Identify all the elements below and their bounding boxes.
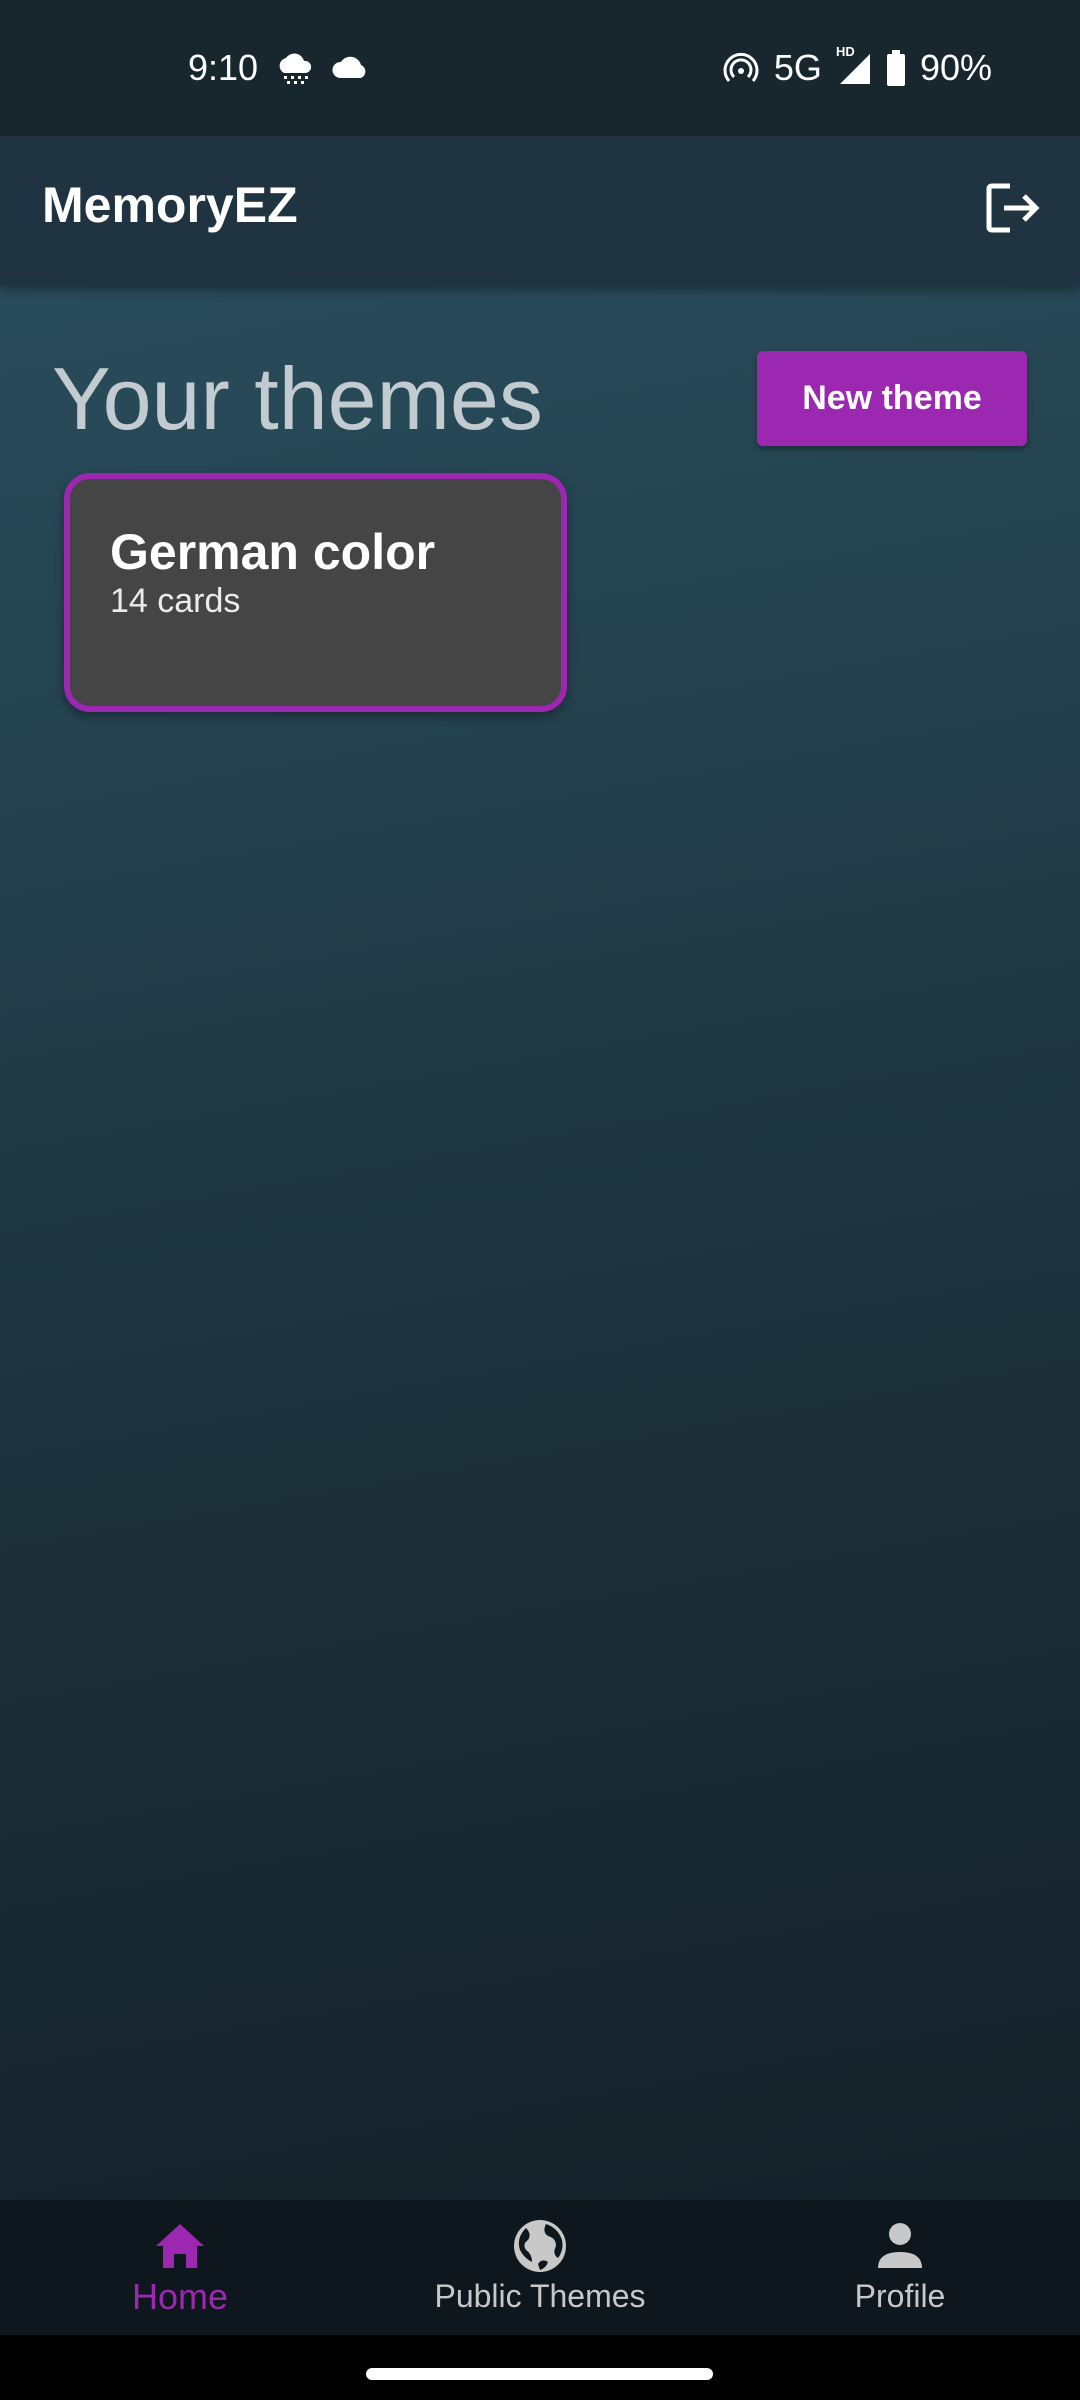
gesture-handle[interactable] — [366, 2368, 713, 2380]
signal-icon: HD — [836, 44, 872, 86]
page-title: Your themes — [52, 349, 543, 448]
logout-icon — [986, 182, 1042, 239]
new-theme-button[interactable]: New theme — [757, 351, 1027, 446]
hd-label: HD — [835, 44, 855, 59]
app-title: MemoryEZ — [42, 177, 298, 233]
cloud-icon — [330, 54, 370, 82]
theme-card-title: German color — [110, 524, 436, 580]
status-time: 9:10 — [188, 47, 259, 88]
gesture-area — [0, 2335, 1080, 2400]
person-icon — [870, 2216, 930, 2276]
status-bar: 9:10 5G HD 90% — [0, 0, 1080, 136]
theme-card-count: 14 cards — [110, 582, 241, 620]
hotspot-icon — [722, 49, 760, 87]
screen: 9:10 5G HD 90% MemoryEZ Your themes New … — [0, 0, 1080, 2335]
weather-icon — [274, 51, 314, 85]
home-icon — [150, 2216, 210, 2276]
globe-icon — [510, 2216, 570, 2276]
theme-card[interactable]: German color 14 cards — [64, 473, 567, 712]
bottom-nav: Home Public Themes Profile — [0, 2200, 1080, 2335]
nav-label-public-themes: Public Themes — [434, 2278, 646, 2314]
nav-label-home: Home — [131, 2276, 229, 2317]
status-right: 5G HD 90% — [722, 44, 992, 90]
nav-item-public-themes[interactable]: Public Themes — [390, 2200, 690, 2335]
status-left: 9:10 — [188, 46, 370, 90]
app-bar: MemoryEZ — [0, 136, 1080, 286]
nav-item-home[interactable]: Home — [30, 2200, 330, 2335]
nav-label-profile: Profile — [854, 2278, 946, 2314]
network-label: 5G — [773, 47, 822, 88]
battery-percent: 90% — [919, 47, 992, 88]
battery-icon — [886, 50, 906, 86]
logout-button[interactable] — [982, 178, 1046, 242]
nav-item-profile[interactable]: Profile — [750, 2200, 1050, 2335]
